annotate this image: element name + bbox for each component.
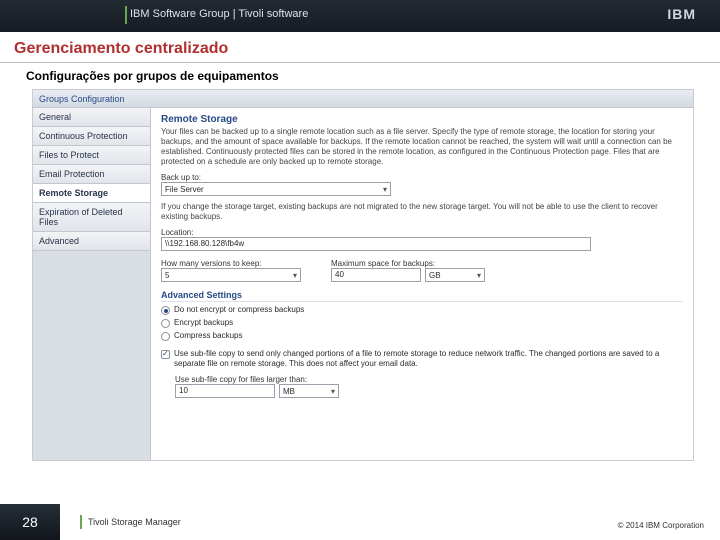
footer-copyright: © 2014 IBM Corporation xyxy=(618,521,704,530)
page-subtitle: Configurações por grupos de equipamentos xyxy=(0,63,720,89)
header-accent xyxy=(125,6,127,24)
panel-heading: Remote Storage xyxy=(161,114,683,125)
backup-to-label: Back up to: xyxy=(161,173,683,182)
versions-value: 5 xyxy=(165,271,169,280)
breadcrumb: Groups Configuration xyxy=(33,90,693,108)
nav-item-advanced[interactable]: Advanced xyxy=(33,232,150,251)
nav-item-remote-storage[interactable]: Remote Storage xyxy=(33,184,150,203)
advanced-settings-heading: Advanced Settings xyxy=(161,290,683,302)
nav-item-expiration[interactable]: Expiration of Deleted Files xyxy=(33,203,150,232)
subfile-checkbox[interactable] xyxy=(161,350,170,359)
page-number-block: 28 xyxy=(0,504,60,540)
panel-description: Your files can be backed up to a single … xyxy=(161,127,683,167)
change-note: If you change the storage target, existi… xyxy=(161,202,683,222)
radio-encrypt-label: Encrypt backups xyxy=(174,318,233,328)
subfile-threshold-label: Use sub-file copy for files larger than: xyxy=(175,375,683,384)
radio-compress[interactable] xyxy=(161,332,170,341)
maxspace-input[interactable]: 40 xyxy=(331,268,421,282)
radio-no-encrypt[interactable] xyxy=(161,306,170,315)
nav-item-continuous[interactable]: Continuous Protection xyxy=(33,127,150,146)
subfile-threshold-input[interactable]: 10 xyxy=(175,384,275,398)
radio-no-encrypt-label: Do not encrypt or compress backups xyxy=(174,305,304,315)
nav-item-files[interactable]: Files to Protect xyxy=(33,146,150,165)
maxspace-unit-select[interactable]: GB xyxy=(425,268,485,282)
footer-product: Tivoli Storage Manager xyxy=(88,517,181,527)
radio-encrypt[interactable] xyxy=(161,319,170,328)
subfile-threshold-unit-select[interactable]: MB xyxy=(279,384,339,398)
subfile-label: Use sub-file copy to send only changed p… xyxy=(174,349,683,369)
versions-select[interactable]: 5 xyxy=(161,268,301,282)
maxspace-unit: GB xyxy=(429,271,441,280)
location-label: Location: xyxy=(161,228,683,237)
subfile-threshold-unit: MB xyxy=(283,387,295,396)
backup-to-select[interactable]: File Server xyxy=(161,182,391,196)
versions-label: How many versions to keep: xyxy=(161,259,301,268)
location-input[interactable]: \\192.168.80.128\fb4w xyxy=(161,237,591,251)
header-band: IBM Software Group | Tivoli software IBM xyxy=(0,0,720,32)
left-nav: General Continuous Protection Files to P… xyxy=(33,108,151,460)
footer-accent xyxy=(80,515,82,529)
nav-item-email[interactable]: Email Protection xyxy=(33,165,150,184)
slide-footer: 28 Tivoli Storage Manager © 2014 IBM Cor… xyxy=(0,504,720,540)
nav-item-general[interactable]: General xyxy=(33,108,150,127)
content-panel: Remote Storage Your files can be backed … xyxy=(151,108,693,460)
page-title: Gerenciamento centralizado xyxy=(0,32,720,63)
radio-compress-label: Compress backups xyxy=(174,331,242,341)
ibm-logo: IBM xyxy=(667,6,696,22)
header-title: IBM Software Group | Tivoli software xyxy=(130,8,308,20)
maxspace-label: Maximum space for backups: xyxy=(331,259,485,268)
backup-to-value: File Server xyxy=(165,185,204,194)
embedded-screenshot: Groups Configuration General Continuous … xyxy=(32,89,694,461)
